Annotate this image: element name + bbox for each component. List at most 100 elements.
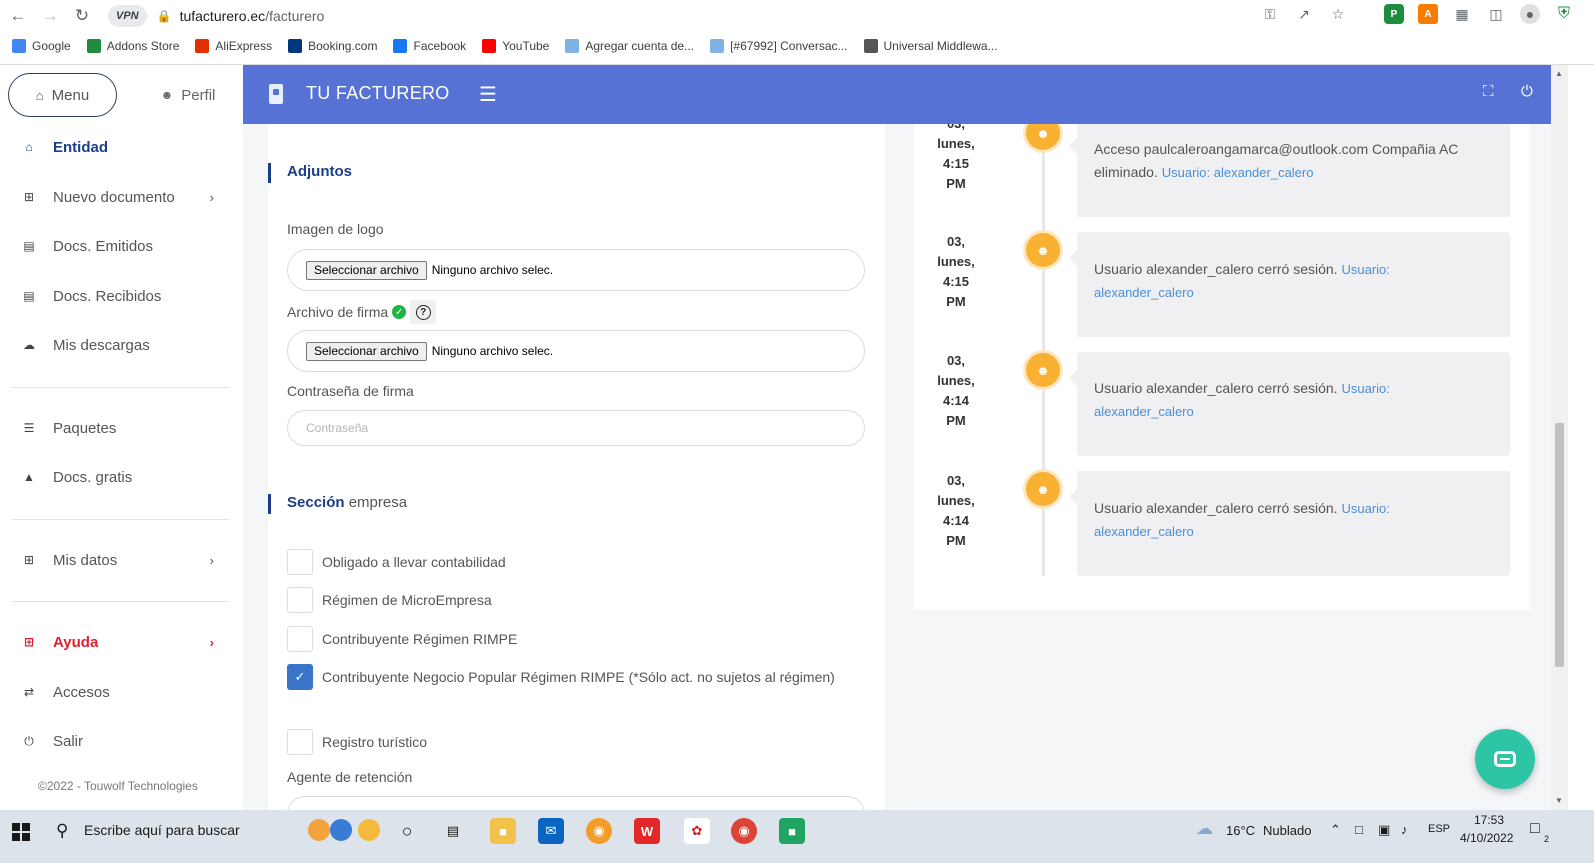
password-placeholder: Contraseña: [306, 421, 369, 435]
meet-icon[interactable]: □: [1355, 822, 1363, 837]
sidebar-item-label: Docs. gratis: [53, 468, 133, 486]
wps-icon[interactable]: W: [634, 818, 660, 844]
checkbox-row[interactable]: Régimen de MicroEmpresa: [287, 587, 842, 613]
checkbox-row[interactable]: Contribuyente Régimen RIMPE: [287, 626, 842, 652]
address-bar[interactable]: tufacturero.ec/facturero: [180, 8, 325, 24]
checkbox-negocio-popular-rimpe[interactable]: ✓: [287, 664, 313, 690]
cortana-icon[interactable]: ○: [394, 818, 420, 844]
file-explorer-icon[interactable]: ■: [490, 818, 516, 844]
clipboard-icon: ▤: [23, 289, 35, 303]
menu-tab[interactable]: ⌂ Menu: [8, 73, 117, 117]
notification-icon[interactable]: □: [1530, 820, 1540, 838]
power-icon[interactable]: ⏻: [1521, 83, 1533, 100]
sidebar-item-label: Salir: [53, 732, 84, 750]
puzzle-icon[interactable]: ▦: [1452, 4, 1472, 24]
question-icon: ?: [415, 304, 431, 320]
sidebar-item-docs-recibidos[interactable]: ▤ Docs. Recibidos: [22, 284, 222, 308]
chat-app-icon[interactable]: ■: [779, 818, 805, 844]
weather-temp[interactable]: 16°C: [1226, 823, 1255, 838]
sidebar-switcher: ⌂ Menu ☻ Perfil: [8, 73, 238, 117]
extension-orange-icon[interactable]: A: [1418, 4, 1438, 24]
lock-icon[interactable]: 🔒: [157, 9, 172, 23]
back-arrow-icon[interactable]: ←: [4, 2, 32, 30]
profile-avatar-icon[interactable]: ●: [1520, 4, 1540, 24]
sidebar-item-docs-emitidos[interactable]: ▤ Docs. Emitidos: [22, 234, 222, 258]
forward-arrow-icon[interactable]: →: [36, 2, 64, 30]
sidebar-item-entidad[interactable]: ⌂ Entidad: [22, 135, 222, 159]
key-icon[interactable]: ⚿: [1260, 4, 1280, 24]
scroll-up-arrow-icon[interactable]: ▲: [1555, 69, 1563, 78]
weather-desc[interactable]: Nublado: [1263, 823, 1311, 838]
extension-green-icon[interactable]: P: [1384, 4, 1404, 24]
scroll-down-arrow-icon[interactable]: ▼: [1555, 796, 1563, 805]
checkbox-label: Registro turístico: [322, 734, 428, 750]
sidebar-item-mis-datos[interactable]: ⊞ Mis datos ›: [22, 548, 222, 572]
aliexpress-icon: [195, 39, 210, 53]
agente-select[interactable]: [287, 796, 865, 810]
task-view-icon[interactable]: ▤: [440, 818, 466, 844]
search-icon[interactable]: ⚲: [56, 821, 68, 841]
fullscreen-icon[interactable]: ⛶: [1483, 83, 1494, 100]
bookmark-item[interactable]: Google: [12, 39, 71, 53]
clock-time[interactable]: 17:53: [1474, 813, 1504, 827]
timeline-day: 03,: [946, 353, 966, 368]
volume-icon[interactable]: ♪: [1401, 822, 1408, 837]
bookmark-item[interactable]: Addons Store: [86, 39, 180, 53]
sidebar-item-nuevo-documento[interactable]: ⊞ Nuevo documento ›: [22, 185, 222, 209]
checkbox-row[interactable]: Registro turístico: [287, 729, 842, 755]
sidebar-item-accesos[interactable]: ⇄ Accesos: [22, 680, 222, 704]
mail-icon[interactable]: ✉: [538, 818, 564, 844]
clock-date[interactable]: 4/10/2022: [1460, 831, 1513, 845]
sidebar-item-label: Mis descargas: [53, 336, 150, 354]
bookmark-item[interactable]: Booking.com: [288, 39, 377, 53]
bookmark-item[interactable]: Facebook: [393, 39, 466, 53]
reload-icon[interactable]: ↻: [68, 2, 96, 30]
bookmark-item[interactable]: YouTube: [482, 39, 549, 53]
firma-file-button[interactable]: Seleccionar archivo: [306, 341, 427, 361]
checkbox-microempresa[interactable]: [287, 587, 313, 613]
page-scrollbar[interactable]: ▲ ▼: [1551, 65, 1568, 810]
share-icon[interactable]: ↗: [1294, 4, 1314, 24]
logo-file-input[interactable]: Seleccionar archivo Ninguno archivo sele…: [287, 249, 865, 291]
bookmark-label: Addons Store: [106, 39, 180, 53]
brave-icon[interactable]: ◉: [586, 818, 612, 844]
language-indicator[interactable]: ESP: [1428, 823, 1450, 835]
checkbox-row[interactable]: ✓ Contribuyente Negocio Popular Régimen …: [287, 664, 842, 690]
sidepanel-icon[interactable]: ◫: [1486, 4, 1506, 24]
hamburger-menu-icon[interactable]: ☰: [479, 82, 497, 107]
network-icon[interactable]: ▣: [1378, 822, 1390, 838]
checkbox-row[interactable]: Obligado a llevar contabilidad: [287, 549, 842, 575]
help-button[interactable]: ?: [410, 300, 437, 324]
windows-start-icon[interactable]: [12, 823, 30, 841]
agente-label: Agente de retención: [287, 769, 413, 785]
app-brand[interactable]: TU FACTURERO: [306, 83, 450, 104]
bookmark-item[interactable]: Agregar cuenta de...: [565, 39, 694, 53]
logo-file-button[interactable]: Seleccionar archivo: [306, 260, 427, 280]
password-input[interactable]: Contraseña: [287, 410, 865, 446]
shield-icon[interactable]: ⛨: [1554, 4, 1574, 24]
taskbar-search-input[interactable]: Escribe aquí para buscar: [84, 822, 240, 838]
sidebar-item-salir[interactable]: ⏻ Salir: [22, 729, 222, 753]
firma-file-input[interactable]: Seleccionar archivo Ninguno archivo sele…: [287, 330, 865, 372]
chat-button[interactable]: [1475, 729, 1535, 789]
vpn-badge[interactable]: VPN: [108, 5, 147, 27]
checkbox-registro-turistico[interactable]: [287, 729, 313, 755]
bookmark-item[interactable]: AliExpress: [195, 39, 272, 53]
sidebar-item-mis-descargas[interactable]: ☁ Mis descargas: [22, 333, 222, 357]
bookmark-item[interactable]: Universal Middlewa...: [863, 39, 998, 53]
chrome-icon[interactable]: ◉: [731, 818, 757, 844]
perfil-tab[interactable]: ☻ Perfil: [138, 73, 238, 117]
bookmark-item[interactable]: [#67992] Conversac...: [710, 39, 848, 53]
snip-icon[interactable]: ✿: [684, 818, 710, 844]
chevron-up-icon[interactable]: ⌃: [1330, 822, 1341, 838]
star-icon[interactable]: ☆: [1328, 4, 1348, 24]
sidebar-item-ayuda[interactable]: ⊞ Ayuda ›: [22, 630, 222, 654]
checkbox-rimpe[interactable]: [287, 626, 313, 652]
sidebar-item-docs-gratis[interactable]: ▲ Docs. gratis: [22, 465, 222, 489]
bookmarks-bar: Google Addons Store AliExpress Booking.com F…: [0, 34, 1594, 58]
checkbox-obligado-contabilidad[interactable]: [287, 549, 313, 575]
sidebar-item-paquetes[interactable]: ☰ Paquetes: [22, 416, 222, 440]
timeline-user-link[interactable]: Usuario: alexander_calero: [1162, 165, 1314, 180]
scrollbar-thumb[interactable]: [1555, 423, 1564, 667]
